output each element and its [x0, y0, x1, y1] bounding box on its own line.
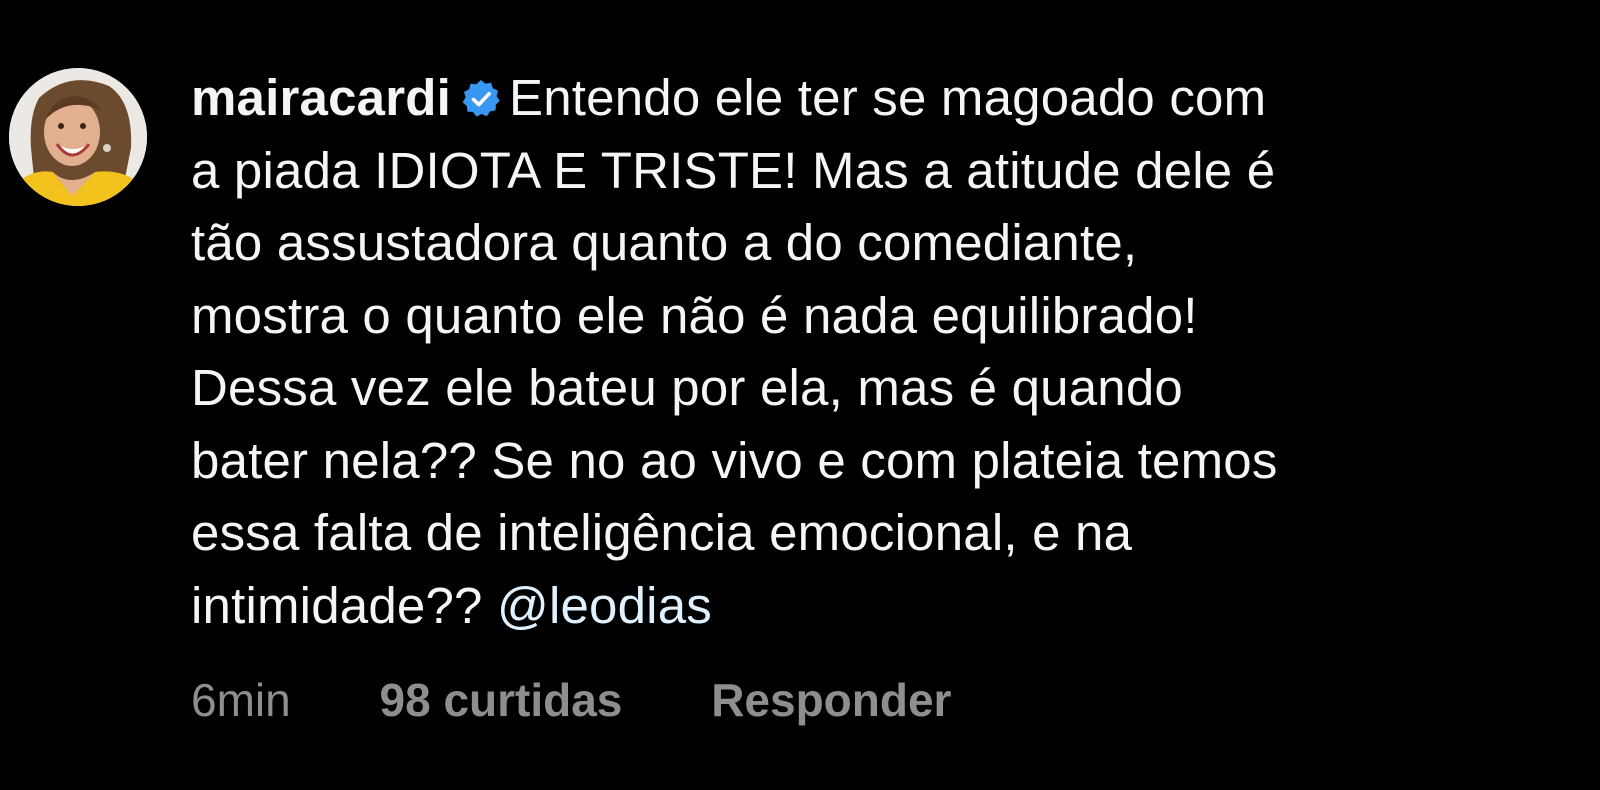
comment-meta: 6min 98 curtidas Responder: [191, 672, 951, 728]
avatar[interactable]: [9, 68, 147, 206]
comment-line: bater nela?? Se no ao vivo e com plateia…: [191, 431, 1278, 489]
comment-line: Dessa vez ele bateu por ela, mas é quand…: [191, 359, 1183, 416]
comment-line: a piada IDIOTA E TRISTE! Mas a atitude d…: [191, 141, 1276, 199]
comment: mairacardi Entendo ele ter se magoado com…: [0, 0, 1600, 790]
comment-line-text: intimidade??: [191, 576, 483, 634]
mention-link[interactable]: @leodias: [497, 577, 712, 634]
comment-line: essa falta de inteligência emocional, e …: [191, 504, 1133, 561]
comment-line: intimidade?? @leodias: [191, 570, 1571, 643]
comment-text: mairacardi Entendo ele ter se magoado com…: [191, 62, 1571, 642]
verified-badge-icon: [462, 80, 500, 117]
comment-timestamp: 6min: [191, 674, 291, 726]
comment-line: tão assustadora quanto a do comediante,: [191, 214, 1138, 271]
comment-line-text: Entendo ele ter se magoado com: [509, 69, 1267, 126]
comment-line: mairacardi Entendo ele ter se magoado com: [191, 62, 1571, 135]
likes-count-button[interactable]: 98 curtidas: [380, 672, 623, 728]
profile-photo-icon: [9, 68, 147, 206]
comment-line: mostra o quanto ele não é nada equilibra…: [191, 286, 1198, 344]
reply-button[interactable]: Responder: [711, 672, 951, 728]
username-link[interactable]: mairacardi: [191, 69, 451, 126]
